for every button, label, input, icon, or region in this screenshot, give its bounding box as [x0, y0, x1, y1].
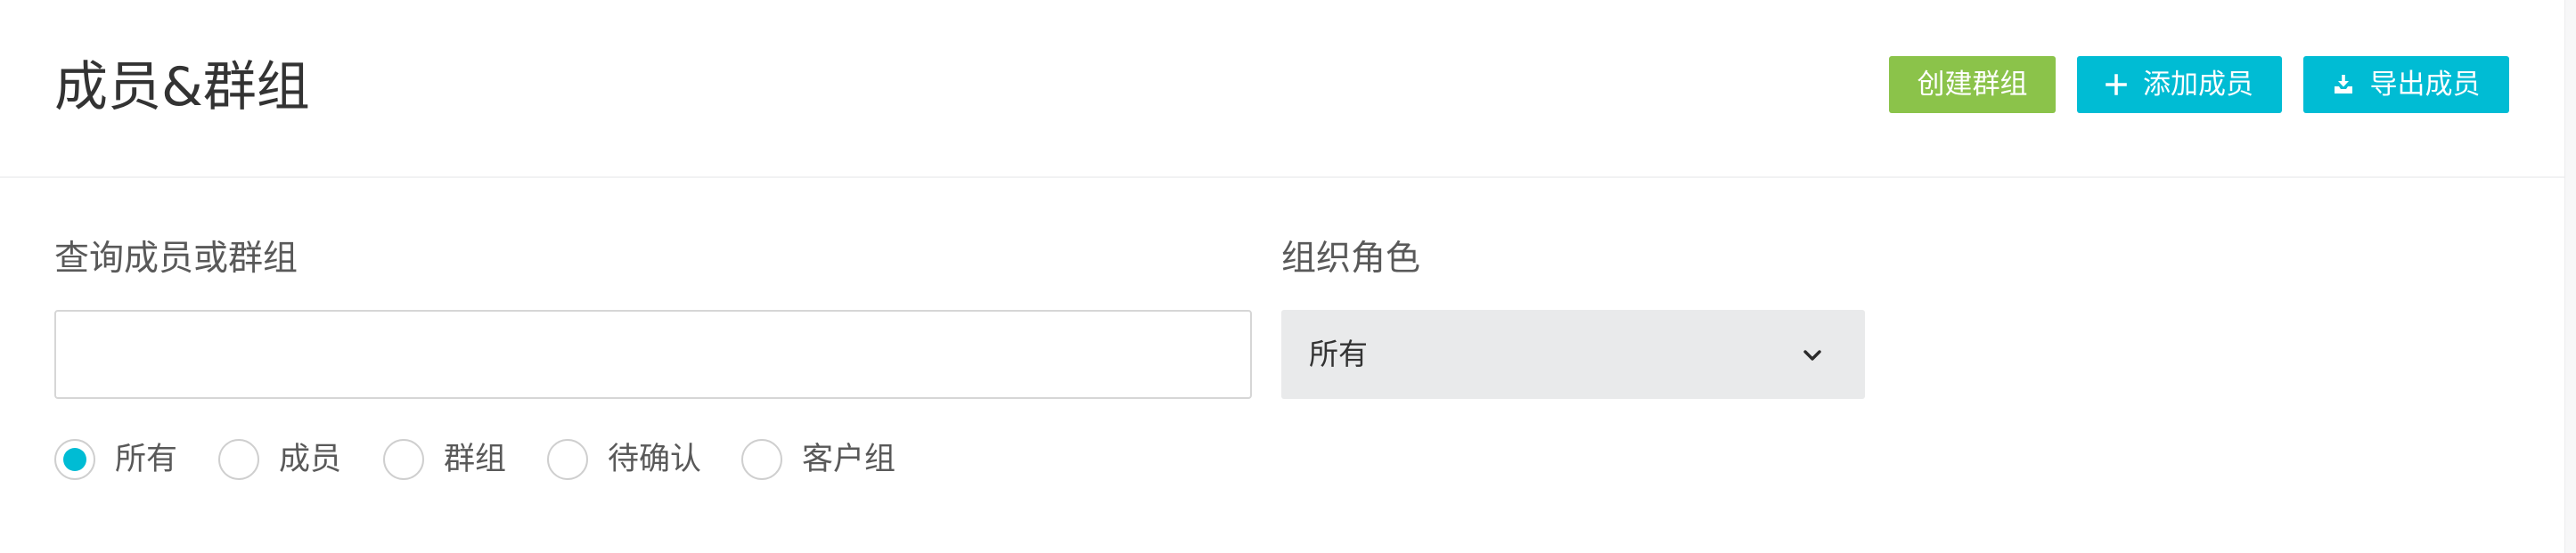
add-member-button[interactable]: 添加成员 — [2077, 56, 2282, 113]
radio-button[interactable] — [218, 439, 259, 480]
create-group-button-label: 创建群组 — [1917, 69, 2028, 101]
plus-icon — [2106, 74, 2127, 95]
create-group-button[interactable]: 创建群组 — [1889, 56, 2056, 113]
page-right-edge — [2564, 0, 2576, 553]
radio-option-label: 群组 — [444, 442, 507, 477]
radio-button[interactable] — [741, 439, 782, 480]
radio-button[interactable] — [547, 439, 588, 480]
download-icon — [2333, 74, 2354, 95]
page-title: 成员&群组 — [54, 56, 310, 118]
chevron-down-icon — [1802, 345, 1823, 366]
radio-button[interactable] — [383, 439, 424, 480]
radio-option-label: 成员 — [279, 442, 342, 477]
role-select[interactable]: 所有 — [1281, 310, 1865, 399]
export-members-button[interactable]: 导出成员 — [2303, 56, 2509, 113]
role-select-value: 所有 — [1309, 337, 1368, 371]
search-label: 查询成员或群组 — [54, 239, 298, 279]
radio-button[interactable] — [54, 439, 95, 480]
export-members-button-label: 导出成员 — [2369, 69, 2481, 101]
search-input[interactable] — [54, 310, 1252, 399]
radio-option-label: 客户组 — [802, 442, 896, 477]
radio-option-label: 所有 — [115, 442, 178, 477]
add-member-button-label: 添加成员 — [2143, 69, 2253, 101]
page-header: 成员&群组 创建群组 添加成员 导出成员 — [0, 0, 2564, 178]
radio-option-label: 待确认 — [608, 442, 702, 477]
role-label: 组织角色 — [1281, 239, 1421, 279]
